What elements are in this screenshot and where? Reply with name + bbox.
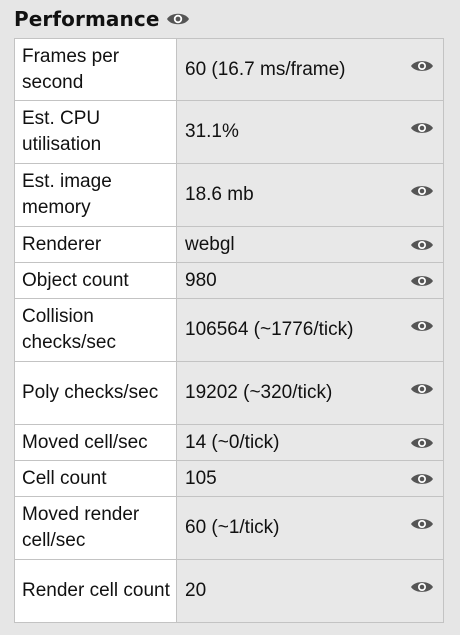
row-value: 980 xyxy=(185,269,217,291)
row-value-cell: 106564 (~1776/tick) xyxy=(176,298,444,362)
eye-icon[interactable] xyxy=(409,316,435,336)
table-row: Est. image memory 18.6 mb xyxy=(14,163,444,227)
table-row: Moved render cell/sec 60 (~1/tick) xyxy=(14,496,444,560)
row-label: Renderer xyxy=(14,226,177,263)
eye-icon[interactable] xyxy=(409,514,435,534)
row-value: 20 xyxy=(185,580,207,601)
table-row: Frames per second 60 (16.7 ms/frame) xyxy=(14,38,444,101)
row-value-cell: 18.6 mb xyxy=(176,163,444,227)
row-value-cell: 19202 (~320/tick) xyxy=(176,361,444,425)
table-row: Object count 980 xyxy=(14,262,444,299)
row-value-cell: 105 xyxy=(176,460,444,497)
row-value: 31.1% xyxy=(185,121,239,142)
panel-title: Performance xyxy=(14,7,160,31)
table-row: Render cell count 20 xyxy=(14,559,444,623)
row-value: 19202 (~320/tick) xyxy=(185,382,333,403)
table-row: Poly checks/sec 19202 (~320/tick) xyxy=(14,361,444,425)
row-label: Render cell count xyxy=(14,559,177,623)
row-label: Collision checks/sec xyxy=(14,298,177,362)
row-label: Est. CPU utilisation xyxy=(14,100,177,164)
row-value-cell: 14 (~0/tick) xyxy=(176,424,444,461)
table-row: Renderer webgl xyxy=(14,226,444,263)
row-label: Cell count xyxy=(14,460,177,497)
row-label: Frames per second xyxy=(14,38,177,101)
row-label: Moved render cell/sec xyxy=(14,496,177,560)
row-value-cell: webgl xyxy=(176,226,444,263)
eye-icon[interactable] xyxy=(409,181,435,201)
row-label: Poly checks/sec xyxy=(14,361,177,425)
row-value: 60 (~1/tick) xyxy=(185,517,280,538)
row-value-cell: 31.1% xyxy=(176,100,444,164)
table-row: Moved cell/sec 14 (~0/tick) xyxy=(14,424,444,461)
eye-icon[interactable] xyxy=(409,577,435,597)
row-value-cell: 20 xyxy=(176,559,444,623)
row-label: Est. image memory xyxy=(14,163,177,227)
row-value-cell: 60 (16.7 ms/frame) xyxy=(176,38,444,101)
eye-icon[interactable] xyxy=(409,118,435,138)
table-row: Cell count 105 xyxy=(14,460,444,497)
eye-icon[interactable] xyxy=(409,235,435,255)
table-row: Collision checks/sec 106564 (~1776/tick) xyxy=(14,298,444,362)
panel-header: Performance xyxy=(14,4,190,34)
eye-icon[interactable] xyxy=(166,10,190,28)
row-value: 60 (16.7 ms/frame) xyxy=(185,58,346,80)
eye-icon[interactable] xyxy=(409,469,435,489)
row-value-cell: 60 (~1/tick) xyxy=(176,496,444,560)
row-value: 14 (~0/tick) xyxy=(185,431,280,453)
eye-icon[interactable] xyxy=(409,433,435,453)
row-value: 105 xyxy=(185,467,217,489)
row-label: Object count xyxy=(14,262,177,299)
row-value: 18.6 mb xyxy=(185,184,254,205)
eye-icon[interactable] xyxy=(409,271,435,291)
row-value: 106564 (~1776/tick) xyxy=(185,319,354,340)
eye-icon[interactable] xyxy=(409,56,435,76)
row-value-cell: 980 xyxy=(176,262,444,299)
row-value: webgl xyxy=(185,233,235,255)
eye-icon[interactable] xyxy=(409,379,435,399)
table-row: Est. CPU utilisation 31.1% xyxy=(14,100,444,164)
performance-table: Frames per second 60 (16.7 ms/frame) Est. … xyxy=(14,38,444,623)
row-label: Moved cell/sec xyxy=(14,424,177,461)
